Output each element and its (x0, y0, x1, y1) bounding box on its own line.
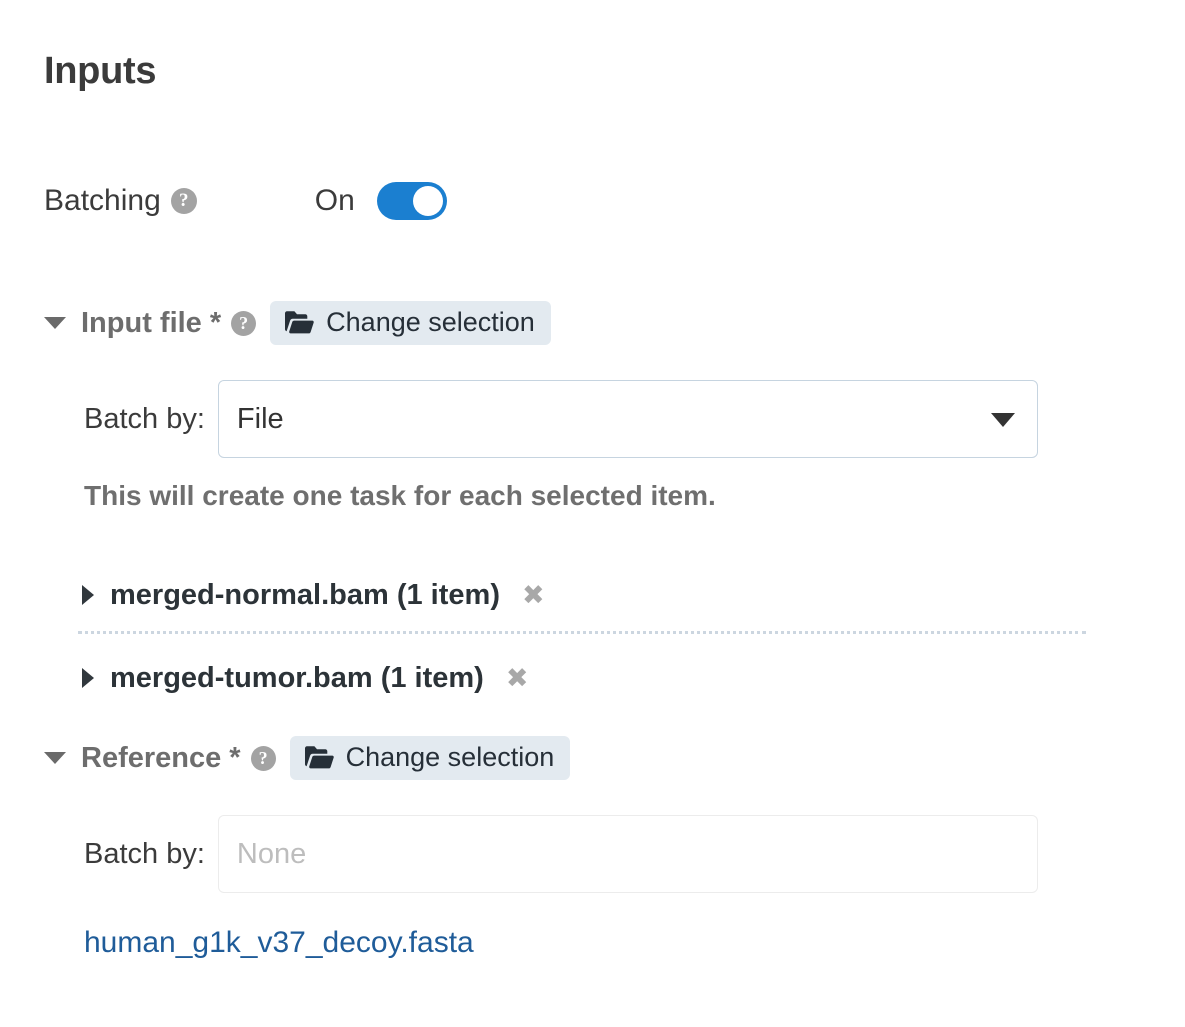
change-selection-button-reference[interactable]: Change selection (289, 736, 571, 780)
chevron-right-icon[interactable] (82, 668, 94, 688)
batch-by-label: Batch by: (84, 402, 205, 435)
section-header-reference: Reference * ? Change selection (44, 735, 571, 781)
file-list-item: merged-normal.bam (1 item) ✖ (82, 573, 545, 617)
change-selection-button-input-file[interactable]: Change selection (270, 301, 551, 345)
change-selection-label: Change selection (326, 307, 535, 337)
file-list-divider (78, 631, 1086, 634)
chevron-right-icon[interactable] (82, 585, 94, 605)
batch-helper-text: This will create one task for each selec… (84, 480, 716, 511)
batch-by-selected-value: File (236, 402, 284, 435)
remove-file-icon[interactable]: ✖ (506, 665, 529, 692)
page-title: Inputs (44, 50, 157, 92)
batch-by-label: Batch by: (84, 837, 205, 870)
open-folder-icon (284, 310, 314, 336)
section-label-input-file: Input file * (81, 306, 222, 339)
inputs-panel: Inputs Batching ? On Input file * ? Chan… (0, 0, 1185, 1027)
batch-by-select-reference: None (217, 815, 1038, 893)
remove-file-icon[interactable]: ✖ (522, 582, 545, 609)
file-name-label: merged-normal.bam (1 item) (110, 578, 500, 611)
file-name-label: merged-tumor.bam (1 item) (110, 661, 484, 694)
help-circle-icon[interactable]: ? (250, 745, 276, 771)
reference-file-link[interactable]: human_g1k_v37_decoy.fasta (84, 928, 474, 958)
batch-by-select-input-file[interactable]: File (217, 380, 1038, 458)
batching-toggle[interactable] (376, 182, 447, 220)
chevron-down-icon[interactable] (44, 317, 66, 329)
batch-by-row-input-file: Batch by: File (84, 380, 1038, 458)
batch-by-row-reference: Batch by: None (84, 815, 1038, 893)
help-circle-icon[interactable]: ? (231, 310, 257, 336)
batching-row: Batching ? On (44, 178, 447, 224)
batching-state-label: On (314, 184, 355, 217)
help-circle-icon[interactable]: ? (170, 188, 197, 214)
batch-by-placeholder: None (236, 837, 307, 870)
file-list-item: merged-tumor.bam (1 item) ✖ (82, 656, 528, 700)
open-folder-icon (304, 745, 334, 771)
toggle-knob (412, 186, 443, 216)
section-header-input-file: Input file * ? Change selection (44, 300, 551, 346)
batching-label: Batching (44, 184, 161, 217)
section-label-reference: Reference * (81, 741, 241, 774)
chevron-down-icon[interactable] (44, 752, 66, 764)
chevron-down-icon[interactable] (990, 413, 1015, 427)
change-selection-label: Change selection (345, 742, 555, 772)
